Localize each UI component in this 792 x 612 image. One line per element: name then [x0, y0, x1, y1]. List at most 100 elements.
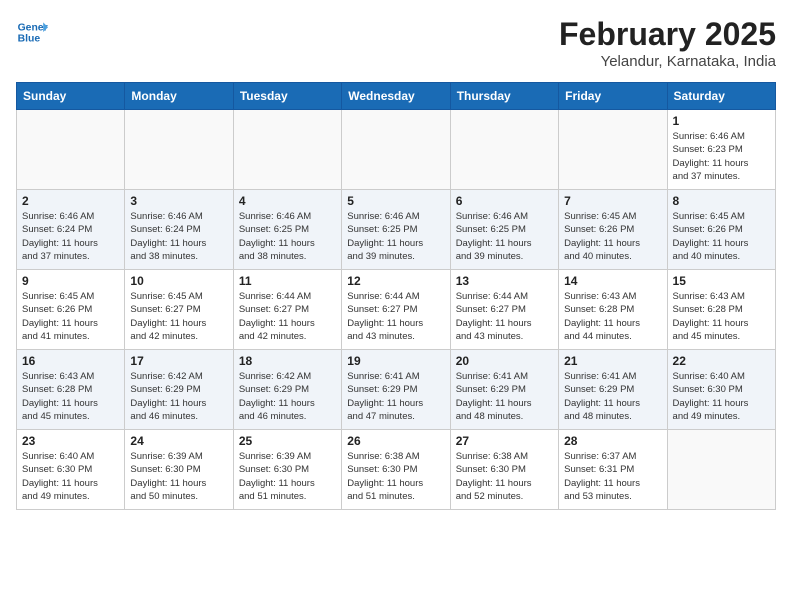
- day-info: Sunrise: 6:39 AM Sunset: 6:30 PM Dayligh…: [239, 450, 336, 503]
- day-number: 21: [564, 354, 661, 368]
- weekday-header: Monday: [125, 83, 233, 110]
- day-info: Sunrise: 6:43 AM Sunset: 6:28 PM Dayligh…: [564, 290, 661, 343]
- calendar-cell: 12 Sunrise: 6:44 AM Sunset: 6:27 PM Dayli…: [342, 270, 450, 350]
- svg-text:Blue: Blue: [18, 34, 41, 45]
- logo: General Blue: [16, 16, 48, 48]
- calendar-cell: [17, 110, 125, 190]
- calendar-cell: 16 Sunrise: 6:43 AM Sunset: 6:28 PM Dayli…: [17, 350, 125, 430]
- calendar-cell: 21 Sunrise: 6:41 AM Sunset: 6:29 PM Dayli…: [559, 350, 667, 430]
- weekday-header: Wednesday: [342, 83, 450, 110]
- calendar-cell: 4Sunrise: 6:46 AM Sunset: 6:25 PM Daylig…: [233, 190, 341, 270]
- month-title: February 2025: [559, 16, 776, 53]
- day-number: 15: [673, 274, 770, 288]
- day-number: 18: [239, 354, 336, 368]
- day-info: Sunrise: 6:42 AM Sunset: 6:29 PM Dayligh…: [130, 370, 227, 423]
- day-number: 17: [130, 354, 227, 368]
- day-info: Sunrise: 6:46 AM Sunset: 6:23 PM Dayligh…: [673, 130, 770, 183]
- day-number: 3: [130, 194, 227, 208]
- day-number: 22: [673, 354, 770, 368]
- calendar-cell: 15 Sunrise: 6:43 AM Sunset: 6:28 PM Dayli…: [667, 270, 775, 350]
- page-header: General Blue February 2025 Yelandur, Kar…: [16, 16, 776, 70]
- calendar-cell: 5 Sunrise: 6:46 AM Sunset: 6:25 PM Daylig…: [342, 190, 450, 270]
- calendar-week-row: 16 Sunrise: 6:43 AM Sunset: 6:28 PM Dayli…: [17, 350, 776, 430]
- calendar-week-row: 9 Sunrise: 6:45 AM Sunset: 6:26 PM Daylig…: [17, 270, 776, 350]
- calendar-cell: [559, 110, 667, 190]
- day-number: 16: [22, 354, 119, 368]
- day-number: 19: [347, 354, 444, 368]
- day-info: Sunrise: 6:43 AM Sunset: 6:28 PM Dayligh…: [22, 370, 119, 423]
- day-info: Sunrise: 6:45 AM Sunset: 6:26 PM Dayligh…: [673, 210, 770, 263]
- day-info: Sunrise: 6:46 AM Sunset: 6:25 PM Dayligh…: [239, 210, 336, 263]
- day-number: 10: [130, 274, 227, 288]
- calendar-cell: [125, 110, 233, 190]
- weekday-header: Sunday: [17, 83, 125, 110]
- calendar-cell: 8 Sunrise: 6:45 AM Sunset: 6:26 PM Daylig…: [667, 190, 775, 270]
- calendar-cell: 20 Sunrise: 6:41 AM Sunset: 6:29 PM Dayli…: [450, 350, 558, 430]
- calendar-cell: 3 Sunrise: 6:46 AM Sunset: 6:24 PM Daylig…: [125, 190, 233, 270]
- day-info: Sunrise: 6:39 AM Sunset: 6:30 PM Dayligh…: [130, 450, 227, 503]
- weekday-header: Thursday: [450, 83, 558, 110]
- day-info: Sunrise: 6:41 AM Sunset: 6:29 PM Dayligh…: [347, 370, 444, 423]
- day-number: 5: [347, 194, 444, 208]
- calendar-cell: [342, 110, 450, 190]
- day-info: Sunrise: 6:46 AM Sunset: 6:25 PM Dayligh…: [347, 210, 444, 263]
- calendar-cell: 10 Sunrise: 6:45 AM Sunset: 6:27 PM Dayli…: [125, 270, 233, 350]
- calendar-cell: 17 Sunrise: 6:42 AM Sunset: 6:29 PM Dayli…: [125, 350, 233, 430]
- day-number: 24: [130, 434, 227, 448]
- calendar-cell: 22 Sunrise: 6:40 AM Sunset: 6:30 PM Dayli…: [667, 350, 775, 430]
- day-info: Sunrise: 6:40 AM Sunset: 6:30 PM Dayligh…: [673, 370, 770, 423]
- day-number: 8: [673, 194, 770, 208]
- location-title: Yelandur, Karnataka, India: [559, 53, 776, 70]
- day-number: 23: [22, 434, 119, 448]
- calendar-cell: 24 Sunrise: 6:39 AM Sunset: 6:30 PM Dayli…: [125, 430, 233, 510]
- day-number: 11: [239, 274, 336, 288]
- day-info: Sunrise: 6:46 AM Sunset: 6:25 PM Dayligh…: [456, 210, 553, 263]
- day-info: Sunrise: 6:45 AM Sunset: 6:26 PM Dayligh…: [564, 210, 661, 263]
- day-number: 14: [564, 274, 661, 288]
- day-info: Sunrise: 6:46 AM Sunset: 6:24 PM Dayligh…: [130, 210, 227, 263]
- calendar-cell: [667, 430, 775, 510]
- calendar-cell: 18 Sunrise: 6:42 AM Sunset: 6:29 PM Dayli…: [233, 350, 341, 430]
- day-number: 27: [456, 434, 553, 448]
- calendar-cell: 28 Sunrise: 6:37 AM Sunset: 6:31 PM Dayli…: [559, 430, 667, 510]
- day-info: Sunrise: 6:41 AM Sunset: 6:29 PM Dayligh…: [564, 370, 661, 423]
- day-info: Sunrise: 6:44 AM Sunset: 6:27 PM Dayligh…: [347, 290, 444, 343]
- day-info: Sunrise: 6:46 AM Sunset: 6:24 PM Dayligh…: [22, 210, 119, 263]
- weekday-header-row: SundayMondayTuesdayWednesdayThursdayFrid…: [17, 83, 776, 110]
- calendar-cell: 11Sunrise: 6:44 AM Sunset: 6:27 PM Dayli…: [233, 270, 341, 350]
- calendar-cell: [233, 110, 341, 190]
- day-number: 1: [673, 114, 770, 128]
- calendar-week-row: 23 Sunrise: 6:40 AM Sunset: 6:30 PM Dayli…: [17, 430, 776, 510]
- calendar-cell: 9 Sunrise: 6:45 AM Sunset: 6:26 PM Daylig…: [17, 270, 125, 350]
- day-info: Sunrise: 6:37 AM Sunset: 6:31 PM Dayligh…: [564, 450, 661, 503]
- calendar-cell: 13Sunrise: 6:44 AM Sunset: 6:27 PM Dayli…: [450, 270, 558, 350]
- calendar-cell: 14 Sunrise: 6:43 AM Sunset: 6:28 PM Dayli…: [559, 270, 667, 350]
- title-block: February 2025 Yelandur, Karnataka, India: [559, 16, 776, 70]
- calendar-cell: 2 Sunrise: 6:46 AM Sunset: 6:24 PM Daylig…: [17, 190, 125, 270]
- day-number: 25: [239, 434, 336, 448]
- day-number: 12: [347, 274, 444, 288]
- calendar-week-row: 1 Sunrise: 6:46 AM Sunset: 6:23 PM Daylig…: [17, 110, 776, 190]
- calendar-cell: 27Sunrise: 6:38 AM Sunset: 6:30 PM Dayli…: [450, 430, 558, 510]
- calendar-cell: 1 Sunrise: 6:46 AM Sunset: 6:23 PM Daylig…: [667, 110, 775, 190]
- day-info: Sunrise: 6:42 AM Sunset: 6:29 PM Dayligh…: [239, 370, 336, 423]
- day-info: Sunrise: 6:45 AM Sunset: 6:27 PM Dayligh…: [130, 290, 227, 343]
- weekday-header: Friday: [559, 83, 667, 110]
- weekday-header: Saturday: [667, 83, 775, 110]
- day-number: 9: [22, 274, 119, 288]
- day-info: Sunrise: 6:45 AM Sunset: 6:26 PM Dayligh…: [22, 290, 119, 343]
- calendar-cell: 7Sunrise: 6:45 AM Sunset: 6:26 PM Daylig…: [559, 190, 667, 270]
- calendar-cell: 19 Sunrise: 6:41 AM Sunset: 6:29 PM Dayli…: [342, 350, 450, 430]
- day-number: 28: [564, 434, 661, 448]
- calendar-week-row: 2 Sunrise: 6:46 AM Sunset: 6:24 PM Daylig…: [17, 190, 776, 270]
- day-number: 2: [22, 194, 119, 208]
- calendar-cell: 26 Sunrise: 6:38 AM Sunset: 6:30 PM Dayli…: [342, 430, 450, 510]
- day-info: Sunrise: 6:38 AM Sunset: 6:30 PM Dayligh…: [347, 450, 444, 503]
- day-info: Sunrise: 6:44 AM Sunset: 6:27 PM Dayligh…: [456, 290, 553, 343]
- day-number: 26: [347, 434, 444, 448]
- day-info: Sunrise: 6:43 AM Sunset: 6:28 PM Dayligh…: [673, 290, 770, 343]
- day-info: Sunrise: 6:41 AM Sunset: 6:29 PM Dayligh…: [456, 370, 553, 423]
- day-number: 20: [456, 354, 553, 368]
- calendar-cell: [450, 110, 558, 190]
- day-info: Sunrise: 6:40 AM Sunset: 6:30 PM Dayligh…: [22, 450, 119, 503]
